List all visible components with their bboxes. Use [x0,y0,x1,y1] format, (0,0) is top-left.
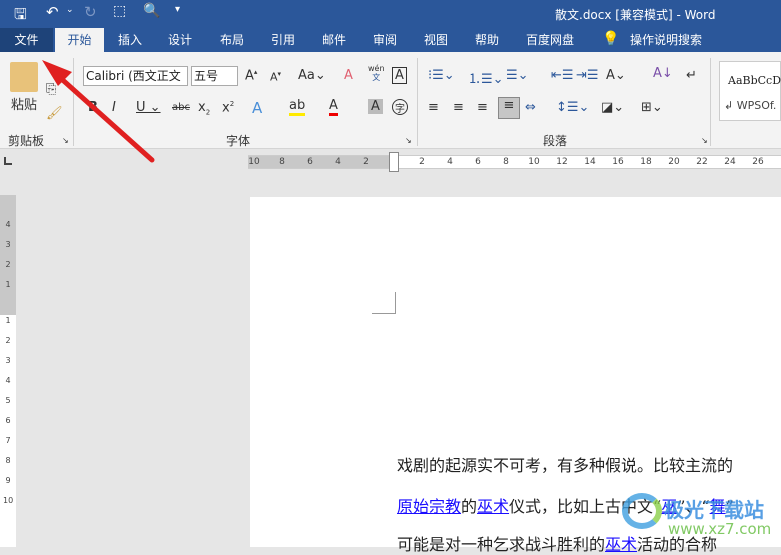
red-arrow-annotation [42,60,155,163]
